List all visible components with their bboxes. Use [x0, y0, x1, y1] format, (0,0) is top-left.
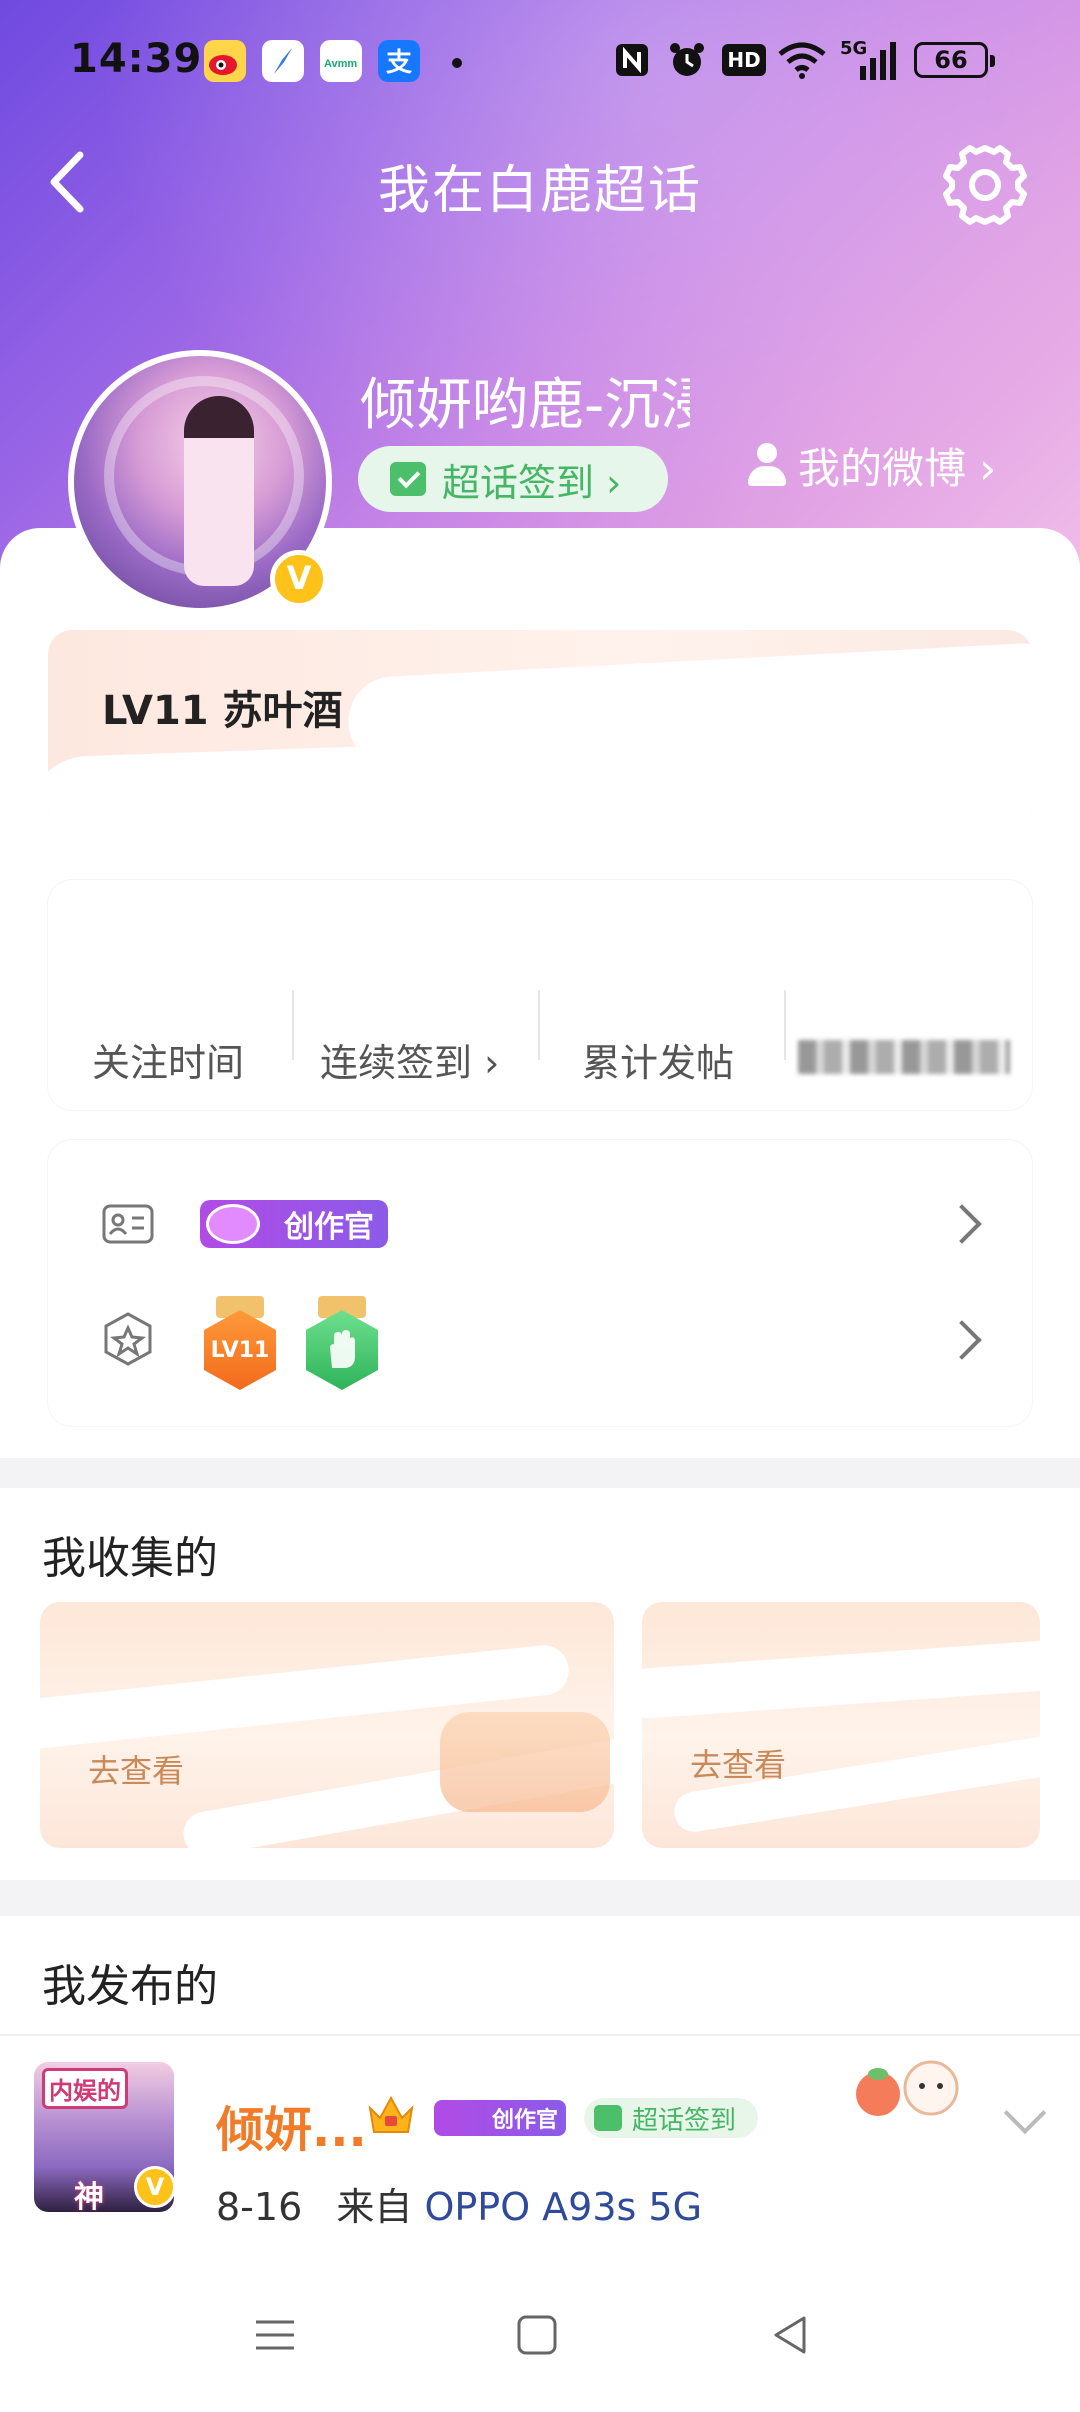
- medal-icon: [102, 1312, 154, 1366]
- stat-divider: [538, 990, 540, 1060]
- collections-title: 我收集的: [42, 1533, 218, 1584]
- creator-badge[interactable]: 创作官: [200, 1200, 388, 1248]
- svg-text:支: 支: [386, 48, 412, 78]
- creator-badge-label: 创作官: [491, 2108, 558, 2133]
- home-button[interactable]: [512, 2310, 562, 2360]
- settings-button[interactable]: [940, 140, 1030, 230]
- stat-redacted: [798, 1040, 1010, 1074]
- nfc-icon: [612, 38, 652, 82]
- hd-label: HD: [722, 44, 766, 76]
- id-card-icon: [102, 1198, 154, 1250]
- home-square-icon: [517, 2315, 557, 2355]
- avatar-tag: 内娱的: [42, 2068, 128, 2109]
- checkin-badge-label: 超话签到: [632, 2105, 737, 2136]
- collection-card[interactable]: [642, 1602, 1040, 1848]
- post-meta: 8-16 来自 OPPO A93s 5G: [216, 2176, 702, 2231]
- post-source-prefix: 来自: [336, 2185, 413, 2229]
- stat-divider: [292, 990, 294, 1060]
- alipay-icon: 支: [378, 40, 420, 82]
- checkin-button[interactable]: 超话签到 ›: [358, 446, 668, 512]
- username: 倾妍哟鹿-沉浸: [360, 373, 690, 430]
- my-weibo-link[interactable]: 我的微博 ›: [746, 432, 996, 498]
- status-time: 14:39: [70, 36, 203, 82]
- creator-badge-label: 创作官: [284, 1210, 374, 1245]
- hd-icon: HD: [722, 38, 766, 82]
- stat-divider: [784, 990, 786, 1060]
- verified-badge-icon: V: [134, 2166, 176, 2208]
- lv-medal-icon[interactable]: LV11: [200, 1296, 280, 1390]
- 5g-signal-icon: 5G: [840, 38, 900, 82]
- creator-badge: 创作官: [434, 2100, 566, 2136]
- basket-illustration-icon: [440, 1712, 610, 1812]
- wifi-icon: [776, 38, 828, 82]
- collection-view-link[interactable]: 去查看: [88, 1746, 184, 1792]
- menu-button[interactable]: [250, 2310, 300, 2360]
- page-title: 我在白鹿超话: [377, 161, 702, 221]
- stat-total-posts: 累计发帖: [582, 1041, 735, 1085]
- hand-medal-icon[interactable]: [302, 1296, 382, 1390]
- creator-mascot-icon: [206, 1204, 260, 1244]
- stat-checkin-streak[interactable]: 连续签到 ›: [320, 1032, 499, 1087]
- avatar-tag: 神: [74, 2180, 104, 2212]
- battery-indicator: 66: [914, 42, 995, 78]
- my-weibo-label: 我的微博 ›: [798, 443, 997, 493]
- calendar-check-icon: [594, 2105, 622, 2131]
- menu-icon: [256, 2320, 294, 2350]
- collection-view-link[interactable]: 去查看: [690, 1740, 786, 1786]
- level-label: LV11 苏叶酒: [102, 688, 343, 734]
- status-bar: 14:39 Avmm 支 HD 5G 66: [0, 30, 1080, 90]
- sticker-decoration-icon: [836, 2054, 976, 2124]
- back-nav-button[interactable]: [766, 2310, 816, 2360]
- posts-title: 我发布的: [42, 1961, 218, 2012]
- compass-icon: [262, 40, 304, 82]
- post-device: OPPO A93s 5G: [424, 2185, 703, 2229]
- alarm-icon: [666, 38, 708, 82]
- badges-card: [48, 1140, 1032, 1426]
- lv-medal-label: LV11: [204, 1310, 276, 1390]
- divider: [0, 2034, 1080, 2036]
- calendar-check-icon: [390, 462, 426, 496]
- stat-follow-time: 关注时间: [92, 1041, 245, 1085]
- notification-dot-icon: [452, 58, 462, 68]
- post-date: 8-16: [216, 2185, 303, 2229]
- checkin-label: 超话签到 ›: [442, 460, 622, 505]
- avmm-icon: Avmm: [320, 40, 362, 82]
- person-icon: [746, 443, 788, 487]
- svg-text:Avmm: Avmm: [324, 58, 357, 70]
- crown-icon: [366, 2092, 416, 2138]
- weibo-icon: [204, 40, 246, 82]
- back-triangle-icon: [774, 2316, 806, 2354]
- verified-badge-icon: V: [270, 550, 328, 608]
- post-author-name[interactable]: 倾妍...: [216, 2090, 367, 2160]
- gear-icon: [943, 145, 1027, 225]
- checkin-badge: 超话签到: [584, 2098, 758, 2138]
